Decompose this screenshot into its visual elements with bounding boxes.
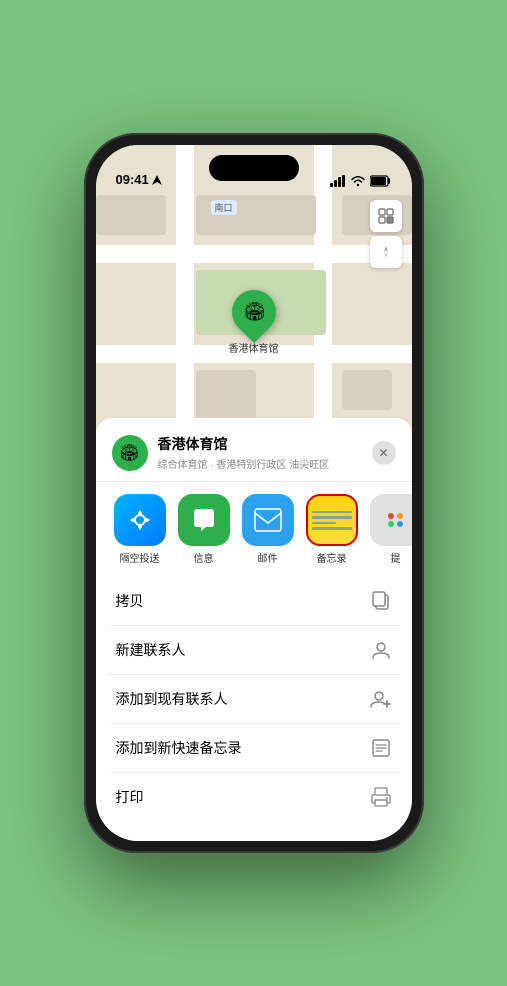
- airdrop-icon: [114, 494, 166, 546]
- dot-red: [388, 513, 394, 519]
- compass-button[interactable]: [370, 236, 402, 268]
- status-icons: [330, 175, 392, 187]
- status-time: 09:41: [116, 172, 162, 187]
- wifi-icon: [351, 175, 365, 187]
- venue-name: 香港体育馆: [158, 434, 372, 454]
- notes-line: [312, 522, 336, 525]
- venue-icon-symbol: 🏟: [119, 443, 139, 463]
- map-controls: [370, 200, 402, 272]
- map-block: [96, 195, 166, 235]
- compass-icon: [379, 245, 393, 259]
- action-copy-label: 拷贝: [116, 591, 144, 611]
- notes-line: [312, 527, 352, 530]
- venue-icon: 🏟: [112, 435, 148, 471]
- app-more[interactable]: 提: [368, 494, 412, 565]
- airdrop-symbol: [126, 506, 154, 534]
- app-messages[interactable]: 信息: [176, 494, 232, 565]
- map-road: [96, 245, 412, 263]
- notes-lines: [308, 505, 356, 536]
- dot-green: [388, 521, 394, 527]
- mail-symbol: [253, 507, 283, 533]
- dot-yellow: [397, 513, 403, 519]
- action-add-contact[interactable]: 添加到现有联系人: [108, 675, 400, 724]
- new-contact-icon: [370, 639, 392, 661]
- app-airdrop[interactable]: 隔空投送: [112, 494, 168, 565]
- marker-icon: 🏟: [242, 302, 265, 323]
- notes-icon: [306, 494, 358, 546]
- add-contact-icon: [370, 688, 392, 710]
- notes-line: [312, 516, 352, 519]
- dynamic-island: [209, 155, 299, 181]
- more-icon: [370, 494, 412, 546]
- action-new-contact-label: 新建联系人: [116, 640, 186, 660]
- share-apps-row: 隔空投送 信息: [96, 482, 412, 577]
- dots-top: [388, 513, 403, 519]
- action-quick-note[interactable]: 添加到新快速备忘录: [108, 724, 400, 773]
- venue-desc: 综合体育馆 · 香港特别行政区 油尖旺区: [158, 456, 372, 471]
- action-print-label: 打印: [116, 787, 144, 807]
- bottom-sheet: 🏟 香港体育馆 综合体育馆 · 香港特别行政区 油尖旺区 ✕: [96, 418, 412, 841]
- battery-icon: [370, 175, 392, 187]
- action-add-contact-label: 添加到现有联系人: [116, 689, 228, 709]
- map-block: [342, 370, 392, 410]
- messages-icon: [178, 494, 230, 546]
- map-icon: [378, 208, 394, 224]
- action-print[interactable]: 打印: [108, 773, 400, 821]
- phone-frame: 09:41: [84, 133, 424, 853]
- notes-label: 备忘录: [317, 550, 347, 565]
- sheet-header: 🏟 香港体育馆 综合体育馆 · 香港特别行政区 油尖旺区 ✕: [96, 418, 412, 482]
- mail-label: 邮件: [258, 550, 278, 565]
- app-notes[interactable]: 备忘录: [304, 494, 360, 565]
- venue-marker[interactable]: 🏟 香港体育馆: [229, 290, 279, 355]
- map-label: 南口: [211, 200, 237, 215]
- airdrop-label: 隔空投送: [120, 550, 160, 565]
- map-block: [196, 370, 256, 420]
- mail-icon: [242, 494, 294, 546]
- messages-label: 信息: [194, 550, 214, 565]
- map-road: [176, 145, 194, 465]
- copy-icon: [370, 590, 392, 612]
- action-new-contact[interactable]: 新建联系人: [108, 626, 400, 675]
- messages-symbol: [189, 505, 219, 535]
- action-copy[interactable]: 拷贝: [108, 577, 400, 626]
- location-icon: [152, 175, 162, 185]
- dot-blue: [397, 521, 403, 527]
- map-area[interactable]: 南口: [96, 145, 412, 465]
- action-list: 拷贝 新建联系人: [96, 577, 412, 821]
- map-view-toggle[interactable]: [370, 200, 402, 232]
- venue-info: 香港体育馆 综合体育馆 · 香港特别行政区 油尖旺区: [158, 434, 372, 471]
- app-mail[interactable]: 邮件: [240, 494, 296, 565]
- time-display: 09:41: [116, 172, 149, 187]
- phone-screen: 09:41: [96, 145, 412, 841]
- action-quick-note-label: 添加到新快速备忘录: [116, 738, 242, 758]
- print-icon: [370, 786, 392, 808]
- quick-note-icon: [370, 737, 392, 759]
- dots-bottom: [388, 521, 403, 527]
- close-button[interactable]: ✕: [372, 441, 396, 465]
- marker-pin: 🏟: [222, 281, 284, 343]
- notes-line: [312, 511, 352, 514]
- signal-icon: [330, 175, 346, 187]
- more-label: 提: [391, 550, 401, 565]
